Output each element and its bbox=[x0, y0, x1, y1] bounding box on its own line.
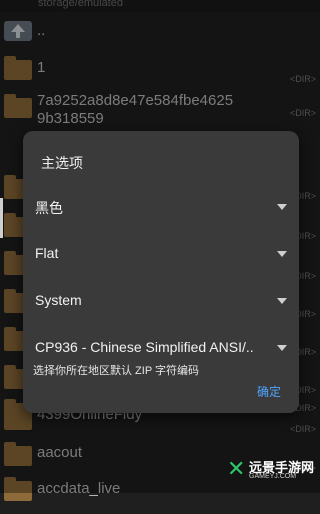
font-select-value: System bbox=[35, 292, 82, 308]
main-options-dialog: 主选项 黑色 Flat System CP936 - Chinese Simpl… bbox=[23, 131, 299, 413]
dropdown-arrow-icon bbox=[277, 251, 287, 257]
encoding-select-value: CP936 - Chinese Simplified ANSI/.. bbox=[35, 339, 254, 355]
theme-select[interactable]: 黑色 bbox=[35, 193, 287, 223]
dropdown-arrow-icon bbox=[277, 204, 287, 210]
theme-select-value: 黑色 bbox=[35, 200, 63, 216]
font-select[interactable]: System bbox=[35, 287, 287, 317]
dialog-title: 主选项 bbox=[41, 155, 83, 171]
watermark: ✕ 远景手游网 GAMEYJ.COM bbox=[227, 456, 319, 490]
dropdown-arrow-icon bbox=[277, 345, 287, 351]
confirm-button[interactable]: 确定 bbox=[257, 383, 281, 400]
screen-edge-handle bbox=[0, 198, 3, 238]
watermark-url: GAMEYJ.COM bbox=[249, 473, 297, 480]
style-select[interactable]: Flat bbox=[35, 240, 287, 270]
dropdown-arrow-icon bbox=[277, 298, 287, 304]
encoding-select[interactable]: CP936 - Chinese Simplified ANSI/.. bbox=[35, 334, 287, 364]
encoding-hint: 选择你所在地区默认 ZIP 字符编码 bbox=[33, 365, 200, 377]
watermark-logo-icon: ✕ bbox=[227, 456, 246, 481]
style-select-value: Flat bbox=[35, 245, 59, 261]
